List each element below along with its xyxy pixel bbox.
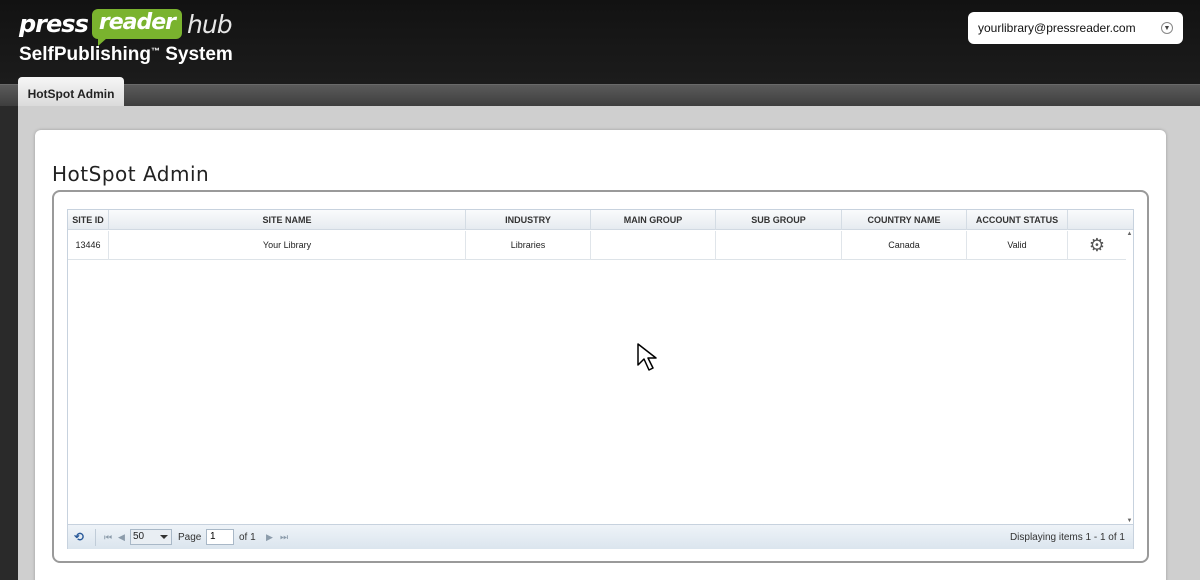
logo-reader-text: reader — [91, 9, 183, 46]
cell-account-status: Valid — [967, 231, 1068, 260]
last-page-icon[interactable]: ⏭ — [280, 532, 288, 543]
page-number-input[interactable]: 1 — [206, 529, 234, 545]
cell-country-name: Canada — [842, 231, 967, 260]
hotspot-grid: SITE ID SITE NAME INDUSTRY MAIN GROUP SU… — [67, 209, 1134, 549]
page-count: of 1 — [239, 532, 256, 543]
scroll-up-icon[interactable]: ▲ — [1126, 231, 1133, 237]
cell-sub-group — [716, 231, 842, 260]
vertical-scrollbar[interactable]: ▲ ▼ — [1126, 231, 1133, 524]
column-header-actions — [1068, 210, 1133, 230]
page-size-select[interactable]: 50 — [130, 529, 172, 545]
cell-main-group — [591, 231, 716, 260]
caret-down-icon — [160, 535, 168, 539]
app-title: SelfPublishing™ System — [19, 44, 233, 66]
pager-separator — [95, 529, 96, 546]
app-title-main: SelfPublishing — [19, 44, 151, 65]
paging-info: Displaying items 1 - 1 of 1 — [1009, 532, 1125, 543]
account-email: yourlibrary@pressreader.com — [978, 21, 1136, 35]
account-select[interactable]: yourlibrary@pressreader.com ▼ — [968, 12, 1183, 44]
column-header-country-name[interactable]: COUNTRY NAME — [842, 210, 967, 230]
mouse-cursor-icon — [637, 343, 657, 371]
gear-icon[interactable]: ⚙ — [1068, 231, 1126, 260]
table-row[interactable]: 13446 Your Library Libraries Canada Vali… — [68, 231, 1126, 260]
page-title: HotSpot Admin — [52, 162, 210, 186]
tab-strip — [0, 84, 1200, 106]
chevron-down-icon[interactable]: ▼ — [1161, 22, 1173, 34]
top-bar: press reader hub SelfPublishing™ System … — [0, 0, 1200, 84]
column-header-account-status[interactable]: ACCOUNT STATUS — [967, 210, 1068, 230]
column-header-site-name[interactable]: SITE NAME — [109, 210, 466, 230]
column-header-main-group[interactable]: MAIN GROUP — [591, 210, 716, 230]
prev-page-icon[interactable]: ◀ — [118, 532, 125, 543]
cell-site-id: 13446 — [68, 231, 109, 260]
cell-industry: Libraries — [466, 231, 591, 260]
first-page-icon[interactable]: ⏮ — [104, 532, 112, 543]
refresh-icon[interactable]: ⟲ — [74, 530, 84, 544]
page-size-value: 50 — [133, 531, 145, 542]
column-header-sub-group[interactable]: SUB GROUP — [716, 210, 842, 230]
trademark-mark: ™ — [150, 46, 160, 56]
logo-press-text: press — [19, 10, 89, 38]
grid-pager: ⟲ ⏮ ◀ 50 Page 1 of 1 ▶ ⏭ Displaying item… — [68, 524, 1133, 549]
logo-hub-text: hub — [187, 9, 233, 39]
app-title-suffix: System — [159, 44, 233, 65]
column-header-site-id[interactable]: SITE ID — [68, 210, 109, 230]
cell-site-name: Your Library — [109, 231, 466, 260]
page-label: Page — [178, 532, 202, 543]
grid-header: SITE ID SITE NAME INDUSTRY MAIN GROUP SU… — [68, 210, 1133, 230]
next-page-icon[interactable]: ▶ — [266, 532, 273, 543]
pressreader-hub-logo[interactable]: press reader hub — [19, 7, 233, 46]
column-header-industry[interactable]: INDUSTRY — [466, 210, 591, 230]
